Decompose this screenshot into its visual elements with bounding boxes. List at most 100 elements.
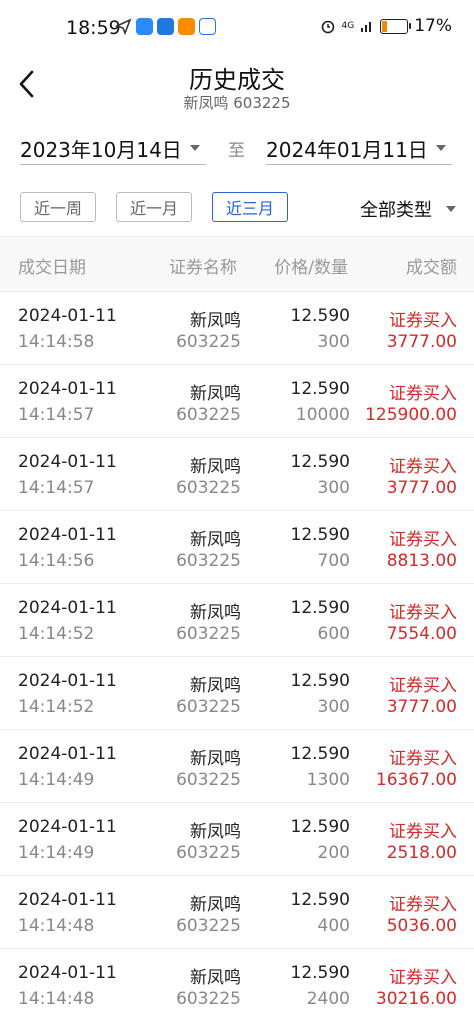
- caret-down-icon: [435, 145, 446, 151]
- trade-row[interactable]: 2024-01-11 14:14:57 新凤鸣 603225 12.590 10…: [0, 364, 474, 437]
- trade-row[interactable]: 2024-01-11 14:14:57 新凤鸣 603225 12.590 30…: [0, 437, 474, 510]
- security-code: 603225: [176, 405, 241, 425]
- column-header-price-qty: 价格/数量: [274, 258, 348, 278]
- trade-time: 14:14:49: [18, 770, 95, 790]
- cloud-app-icon: [136, 18, 153, 35]
- trade-type: 证券买入: [389, 968, 457, 988]
- security-name: 新凤鸣: [190, 749, 241, 769]
- trade-amount: 16367.00: [375, 770, 457, 790]
- security-name: 新凤鸣: [190, 895, 241, 915]
- network-label: 4G: [341, 21, 355, 31]
- trade-time: 14:14:57: [18, 405, 95, 425]
- trade-amount: 2518.00: [386, 843, 457, 863]
- security-code: 603225: [176, 332, 241, 352]
- trade-type: 证券买入: [389, 530, 457, 550]
- trade-date: 2024-01-11: [18, 525, 117, 545]
- trade-row[interactable]: 2024-01-11 14:14:56 新凤鸣 603225 12.590 70…: [0, 510, 474, 583]
- trade-type: 证券买入: [389, 384, 457, 404]
- security-name: 新凤鸣: [190, 822, 241, 842]
- column-header-name: 证券名称: [169, 258, 237, 278]
- trade-price: 12.590: [290, 306, 350, 326]
- trade-quantity: 300: [317, 478, 350, 498]
- trade-row[interactable]: 2024-01-11 14:14:49 新凤鸣 603225 12.590 13…: [0, 729, 474, 802]
- trade-price: 12.590: [290, 817, 350, 837]
- trade-price: 12.590: [290, 890, 350, 910]
- trade-time: 14:14:58: [18, 332, 95, 352]
- status-time: 18:59: [66, 17, 121, 39]
- security-name: 新凤鸣: [190, 968, 241, 988]
- security-code: 603225: [176, 843, 241, 863]
- send-icon: [115, 18, 132, 35]
- security-code: 603225: [176, 551, 241, 571]
- trade-quantity: 600: [317, 624, 350, 644]
- range-month-button[interactable]: 近一月: [116, 192, 192, 222]
- security-name: 新凤鸣: [190, 603, 241, 623]
- system-indicators: 4G 17%: [320, 16, 452, 36]
- range-three-months-button[interactable]: 近三月: [212, 192, 288, 222]
- trade-quantity: 2400: [306, 989, 350, 1009]
- table-header: 成交日期 证券名称 价格/数量 成交额: [0, 236, 474, 292]
- security-name: 新凤鸣: [190, 311, 241, 331]
- page-title: 历史成交: [189, 66, 285, 94]
- security-code: 603225: [176, 770, 241, 790]
- date-separator: 至: [228, 141, 245, 161]
- trade-type: 证券买入: [389, 603, 457, 623]
- security-name: 新凤鸣: [190, 457, 241, 477]
- start-date-value: 2023年10月14日: [20, 137, 182, 162]
- trade-price: 12.590: [290, 963, 350, 983]
- range-week-button[interactable]: 近一周: [20, 192, 96, 222]
- trade-time: 14:14:57: [18, 478, 95, 498]
- trade-row[interactable]: 2024-01-11 14:14:52 新凤鸣 603225 12.590 60…: [0, 583, 474, 656]
- trade-row[interactable]: 2024-01-11 14:14:48 新凤鸣 603225 12.590 40…: [0, 875, 474, 948]
- battery-icon: [380, 18, 412, 34]
- trade-amount: 3777.00: [386, 478, 457, 498]
- trade-type: 证券买入: [389, 749, 457, 769]
- trade-type: 证券买入: [389, 822, 457, 842]
- trade-price: 12.590: [290, 379, 350, 399]
- signal-icon: [361, 22, 372, 32]
- trade-amount: 125900.00: [365, 405, 457, 425]
- trade-date: 2024-01-11: [18, 890, 117, 910]
- type-dropdown-value: 全部类型: [360, 200, 432, 221]
- trade-row[interactable]: 2024-01-11 14:14:49 新凤鸣 603225 12.590 20…: [0, 802, 474, 875]
- trade-quantity: 400: [317, 916, 350, 936]
- trade-row[interactable]: 2024-01-11 14:14:48 新凤鸣 603225 12.590 24…: [0, 948, 474, 1021]
- trade-date: 2024-01-11: [18, 671, 117, 691]
- trade-price: 12.590: [290, 452, 350, 472]
- trade-date: 2024-01-11: [18, 963, 117, 983]
- trade-row[interactable]: 2024-01-11 14:14:58 新凤鸣 603225 12.590 30…: [0, 291, 474, 364]
- trade-date: 2024-01-11: [18, 306, 117, 326]
- trade-quantity: 200: [317, 843, 350, 863]
- trade-price: 12.590: [290, 671, 350, 691]
- start-date-picker[interactable]: 2023年10月14日: [20, 132, 206, 165]
- column-header-amount: 成交额: [406, 258, 457, 278]
- trade-quantity: 300: [317, 697, 350, 717]
- trade-amount: 3777.00: [386, 332, 457, 352]
- trade-date: 2024-01-11: [18, 817, 117, 837]
- end-date-picker[interactable]: 2024年01月11日: [266, 132, 452, 165]
- trade-quantity: 700: [317, 551, 350, 571]
- trade-time: 14:14:48: [18, 916, 95, 936]
- trade-time: 14:14:52: [18, 697, 95, 717]
- trade-quantity: 1300: [306, 770, 350, 790]
- trade-price: 12.590: [290, 525, 350, 545]
- battery-percent: 17%: [414, 16, 452, 36]
- trade-time: 14:14:56: [18, 551, 95, 571]
- video-app-icon: [178, 18, 195, 35]
- end-date-value: 2024年01月11日: [266, 137, 428, 162]
- trade-time: 14:14:48: [18, 989, 95, 1009]
- security-name: 新凤鸣: [190, 676, 241, 696]
- trade-amount: 30216.00: [375, 989, 457, 1009]
- security-code: 603225: [176, 624, 241, 644]
- trade-quantity: 300: [317, 332, 350, 352]
- trade-date: 2024-01-11: [18, 452, 117, 472]
- trade-row[interactable]: 2024-01-11 14:14:52 新凤鸣 603225 12.590 30…: [0, 656, 474, 729]
- security-code: 603225: [176, 478, 241, 498]
- alarm-icon: [321, 20, 334, 34]
- trade-time: 14:14:49: [18, 843, 95, 863]
- trade-amount: 7554.00: [386, 624, 457, 644]
- trade-date: 2024-01-11: [18, 744, 117, 764]
- type-dropdown[interactable]: 全部类型: [360, 196, 456, 222]
- security-code: 603225: [176, 989, 241, 1009]
- chat-app-icon: [157, 18, 174, 35]
